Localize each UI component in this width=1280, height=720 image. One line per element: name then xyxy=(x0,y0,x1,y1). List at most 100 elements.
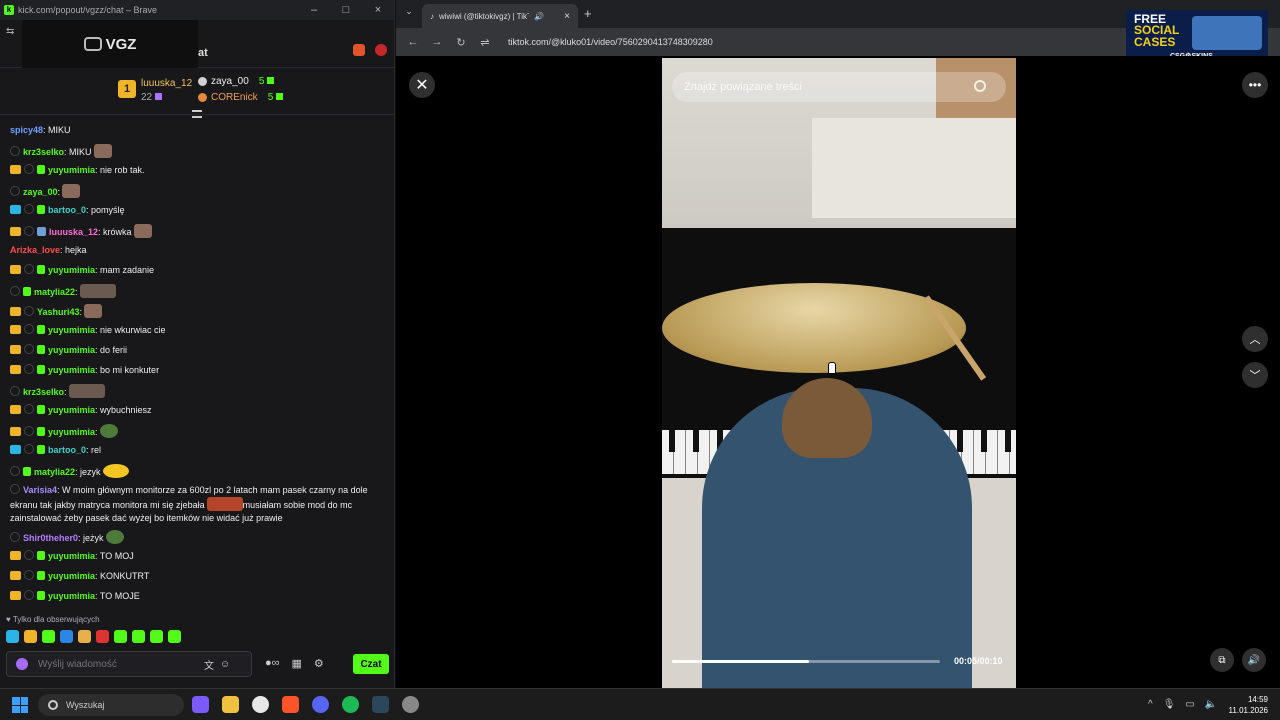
minimize-button[interactable]: – xyxy=(298,4,330,16)
chat-username[interactable]: Varisia4 xyxy=(23,485,57,495)
emote-icon[interactable] xyxy=(6,630,19,643)
filter-icon[interactable] xyxy=(192,110,202,118)
microphone-icon[interactable]: 🎙 xyxy=(1163,699,1176,710)
close-window-button[interactable]: × xyxy=(362,4,394,16)
chat-username[interactable]: spicy48 xyxy=(10,125,43,135)
chat-message-input[interactable] xyxy=(38,658,198,670)
chat-username[interactable]: Shir0theher0 xyxy=(23,533,78,543)
chat-message[interactable]: yuyumimia: nie rob tak. xyxy=(10,164,390,177)
chat-message[interactable]: yuyumimia: TO MOJ xyxy=(10,550,390,563)
chat-username[interactable]: yuyumimia xyxy=(48,165,95,175)
chat-message[interactable]: Yashuri43: xyxy=(10,304,390,319)
chat-username[interactable]: Yashuri43 xyxy=(37,307,80,317)
chat-message[interactable]: yuyumimia: mam zadanie xyxy=(10,264,390,277)
forward-arrow-icon[interactable]: → xyxy=(430,36,444,48)
site-info-icon[interactable]: ⇌ xyxy=(478,36,492,49)
chat-message[interactable]: yuyumimia: nie wkurwiac cie xyxy=(10,324,390,337)
tab-audio-icon[interactable]: 🔊 xyxy=(534,12,544,21)
brave-shield-icon[interactable] xyxy=(353,44,365,56)
related-content-search-input[interactable] xyxy=(684,81,964,93)
maximize-button[interactable]: □ xyxy=(330,4,362,16)
url-field[interactable]: tiktok.com/@kluko01/video/75602904137483… xyxy=(508,37,713,47)
chat-message[interactable]: spicy48: MIKU xyxy=(10,124,390,137)
emote-icon[interactable] xyxy=(150,630,163,643)
previous-video-button[interactable]: ︿ xyxy=(1242,326,1268,352)
reload-icon[interactable]: ↻ xyxy=(454,36,468,49)
emote-icon[interactable] xyxy=(132,630,145,643)
chat-message[interactable]: Arizka_love: hejka xyxy=(10,244,390,257)
emote-icon[interactable] xyxy=(60,630,73,643)
chat-username[interactable]: zaya_00 xyxy=(23,187,58,197)
emote-icon[interactable] xyxy=(42,630,55,643)
notification-icon[interactable] xyxy=(375,44,387,56)
chevron-up-icon[interactable]: ^ xyxy=(1148,699,1153,710)
network-icon[interactable]: ▭ xyxy=(1185,699,1194,710)
chat-username[interactable]: yuyumimia xyxy=(48,571,95,581)
chat-message[interactable]: yuyumimia: wybuchniesz xyxy=(10,404,390,417)
store-icon[interactable]: ▦ xyxy=(292,657,302,670)
video-progress-bar[interactable] xyxy=(672,660,940,663)
copilot-icon[interactable] xyxy=(192,696,209,713)
chrome-icon[interactable] xyxy=(252,696,269,713)
leaderboard-first-name[interactable]: luuuska_12 xyxy=(141,78,192,89)
windows-start-icon[interactable] xyxy=(12,697,28,713)
app-icon[interactable] xyxy=(402,696,419,713)
chat-message[interactable]: yuyumimia: KONKUTRT xyxy=(10,570,390,583)
chat-message[interactable]: krz3selko: xyxy=(10,384,390,399)
chat-username[interactable]: matylia22 xyxy=(34,467,75,477)
brave-icon[interactable] xyxy=(282,696,299,713)
speaker-icon[interactable]: 🔈 xyxy=(1205,699,1217,710)
chat-username[interactable]: matylia22 xyxy=(34,287,75,297)
emote-icon[interactable] xyxy=(96,630,109,643)
emoji-icon[interactable]: ☺ xyxy=(220,659,230,670)
chat-username[interactable]: yuyumimia xyxy=(48,591,95,601)
microphone-icon[interactable] xyxy=(16,658,28,670)
back-arrow-icon[interactable]: ← xyxy=(406,36,420,48)
video-player[interactable]: 00:05/00:10 xyxy=(662,58,1016,688)
mini-player-button[interactable]: ⧉ xyxy=(1210,648,1234,672)
chat-message[interactable]: yuyumimia: bo mi konkuter xyxy=(10,364,390,377)
chat-username[interactable]: Arizka_love xyxy=(10,245,60,255)
close-tab-icon[interactable]: × xyxy=(564,11,570,22)
leaderboard-row[interactable]: COREnick 5 xyxy=(198,92,284,103)
chat-username[interactable]: yuyumimia xyxy=(48,265,95,275)
emote-icon[interactable] xyxy=(24,630,37,643)
taskbar-search[interactable]: Wyszukaj xyxy=(38,694,184,716)
chat-message[interactable]: yuyumimia: do ferii xyxy=(10,344,390,357)
tab-tiktok[interactable]: ♪ wiwiwi (@tiktokivgz) | TikTok 🔊 × xyxy=(422,4,578,28)
chat-message[interactable]: luuuska_12: krówka xyxy=(10,224,390,239)
more-options-button[interactable]: ••• xyxy=(1242,72,1268,98)
chat-username[interactable]: luuuska_12 xyxy=(49,227,98,237)
emote-icon[interactable] xyxy=(168,630,181,643)
chat-message[interactable]: Shir0theher0: jeżyk xyxy=(10,530,390,545)
chat-username[interactable]: krz3selko xyxy=(23,147,64,157)
chat-message[interactable]: bartoo_0: pomyślę xyxy=(10,204,390,217)
chat-message[interactable]: zaya_00: xyxy=(10,184,390,199)
search-icon[interactable] xyxy=(974,80,986,92)
menu-icon[interactable]: ⇆ xyxy=(6,26,14,37)
chat-username[interactable]: bartoo_0 xyxy=(48,205,86,215)
next-video-button[interactable]: ﹀ xyxy=(1242,362,1268,388)
send-chat-button[interactable]: Czat xyxy=(353,654,389,674)
tab-list-chevron-icon[interactable]: ⌄ xyxy=(402,6,416,20)
new-tab-button[interactable]: + xyxy=(584,6,592,21)
chat-username[interactable]: yuyumimia xyxy=(48,405,95,415)
discord-icon[interactable] xyxy=(312,696,329,713)
chat-message[interactable]: Varisia4: W moim głównym monitorze za 60… xyxy=(10,484,390,525)
file-explorer-icon[interactable] xyxy=(222,696,239,713)
volume-button[interactable]: 🔊 xyxy=(1242,648,1266,672)
chat-username[interactable]: yuyumimia xyxy=(48,345,95,355)
chat-username[interactable]: yuyumimia xyxy=(48,551,95,561)
chat-username[interactable]: yuyumimia xyxy=(48,427,95,437)
chat-message[interactable]: krz3selko: MIKU xyxy=(10,144,390,159)
steam-icon[interactable] xyxy=(372,696,389,713)
chat-message[interactable]: bartoo_0: rel xyxy=(10,444,390,457)
chat-username[interactable]: yuyumimia xyxy=(48,365,95,375)
chat-message[interactable]: yuyumimia: TO MOJE xyxy=(10,590,390,603)
spotify-icon[interactable] xyxy=(342,696,359,713)
emote-icon[interactable] xyxy=(78,630,91,643)
chat-username[interactable]: bartoo_0 xyxy=(48,445,86,455)
emote-icon[interactable] xyxy=(114,630,127,643)
kicks-icon[interactable]: ●∞ xyxy=(265,657,280,670)
chat-username[interactable]: yuyumimia xyxy=(48,325,95,335)
